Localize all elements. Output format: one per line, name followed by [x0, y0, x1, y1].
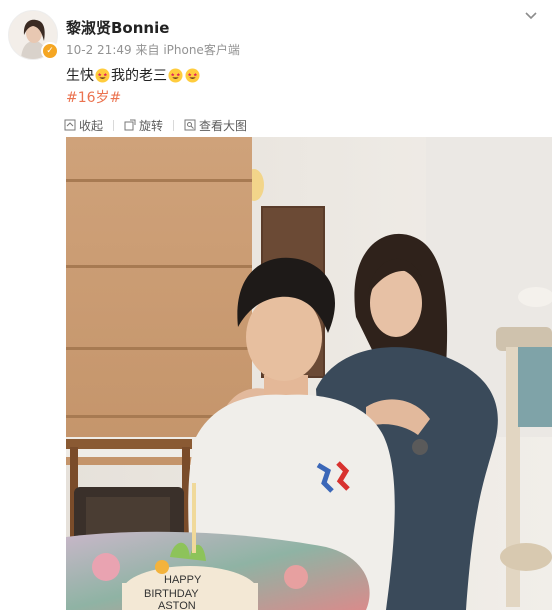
collapse-icon [64, 119, 76, 131]
cake-text-line2: BIRTHDAY [144, 588, 199, 600]
source-link[interactable]: iPhone客户端 [163, 43, 240, 57]
post-text-part2: 我的老三 [111, 68, 167, 84]
toolbar-divider [173, 119, 175, 131]
post-photo[interactable]: HAPPY BIRTHDAY ASTON [66, 137, 552, 610]
collapse-button[interactable]: 收起 [64, 117, 103, 134]
collapse-label: 收起 [79, 118, 104, 133]
username[interactable]: 黎淑贤Bonnie [66, 17, 169, 38]
avatar-container[interactable]: ✓ [8, 10, 59, 60]
cake-text-line3: ASTON [158, 600, 196, 610]
hashtag-link[interactable]: #16岁# [66, 87, 121, 107]
view-large-label: 查看大图 [199, 118, 248, 133]
rotate-icon [124, 119, 136, 131]
view-large-icon [184, 119, 196, 131]
post-text: 生快 我的老三 [66, 65, 201, 85]
star-struck-emoji-icon [168, 67, 183, 83]
timestamp[interactable]: 10-2 21:49 [66, 43, 132, 57]
post-text-part1: 生快 [66, 68, 94, 84]
rotate-button[interactable]: 旋转 [124, 117, 163, 134]
post-header: ✓ 黎淑贤Bonnie 10-2 21:49 来自 iPhone客户端 生快 我… [0, 0, 560, 107]
star-struck-emoji-icon [95, 67, 110, 83]
image-toolbar: 收起 旋转 查看大图 [64, 116, 247, 134]
toolbar-divider [113, 119, 115, 131]
rotate-label: 旋转 [139, 118, 164, 133]
source-prefix: 来自 [135, 43, 160, 57]
post-meta: 10-2 21:49 来自 iPhone客户端 [66, 41, 240, 58]
view-large-button[interactable]: 查看大图 [184, 117, 247, 134]
chevron-down-icon[interactable] [522, 6, 540, 24]
star-struck-emoji-icon [185, 67, 200, 83]
cake-text-line1: HAPPY [164, 574, 202, 586]
verified-badge-icon: ✓ [41, 42, 59, 60]
